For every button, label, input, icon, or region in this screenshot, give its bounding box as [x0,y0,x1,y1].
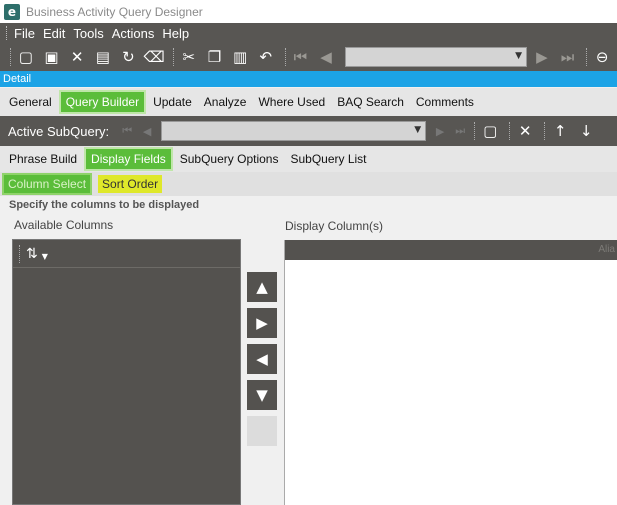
tab-query-builder[interactable]: Query Builder [58,90,147,114]
tab-subquery-list[interactable]: SubQuery List [285,149,371,169]
window-title: Business Activity Query Designer [26,4,203,19]
toolbar-separator [544,122,546,140]
toolbar-separator [474,122,476,140]
available-columns-tree[interactable]: ⇅ ▼ [12,239,241,505]
undo-icon[interactable]: ↶ [255,46,277,68]
toolbar-separator [284,48,286,66]
tab-analyze[interactable]: Analyze [199,92,252,112]
detail-header: Detail [0,71,617,87]
toolbar-separator [509,122,511,140]
tab-comments[interactable]: Comments [411,92,479,112]
grid-column-header[interactable]: Alia [285,240,617,260]
menu-file[interactable]: File [14,26,35,41]
tab-column-select[interactable]: Column Select [2,173,93,195]
toolbar-grip [19,244,20,263]
previous-record-icon[interactable]: ◀ [315,46,337,68]
sort-az-icon[interactable]: ⇅ ▼ [26,246,48,262]
display-fields-tab-strip: Column Select Sort Order [0,172,617,196]
next-record-icon[interactable]: ▶ [531,46,553,68]
refresh-icon[interactable]: ↻ [118,46,140,68]
toolbar-separator [172,48,174,66]
add-column-button[interactable]: ▶ [247,308,277,338]
toolbar-grip [10,48,11,66]
app-logo: e [4,3,20,20]
menu-tools[interactable]: Tools [73,26,103,41]
instruction-text: Specify the columns to be displayed [9,199,200,211]
tab-sort-order[interactable]: Sort Order [98,175,163,193]
main-tab-strip: General Query Builder Update Analyze Whe… [0,88,617,116]
first-record-icon[interactable]: ⏮ [290,46,312,68]
menu-grip [6,26,8,40]
active-subquery-label: Active SubQuery: [8,123,110,139]
move-to-bottom-button[interactable]: ▼ [247,380,277,410]
move-up-icon[interactable]: ↑ [549,120,571,142]
first-subquery-icon[interactable]: ⏮ [117,121,137,141]
exit-icon[interactable]: ⊖ [591,46,613,68]
chevron-down-icon: ▼ [41,252,48,261]
toolbar-separator [586,48,588,66]
tab-where-used[interactable]: Where Used [253,92,330,112]
main-toolbar: ▢ ▣ ✕ ▤ ↻ ⌫ ✂ ❐ ▥ ↶ ⏮ ◀ ▼ ▶ ⏭ ⊖ [0,43,617,71]
available-columns-label: Available Columns [14,218,114,232]
remove-column-button[interactable]: ◀ [247,344,277,374]
save-icon[interactable]: ▣ [41,46,63,68]
title-bar: e Business Activity Query Designer [0,0,617,23]
clear-broom-icon[interactable]: ⌫ [143,46,165,68]
available-columns-toolbar: ⇅ ▼ [13,240,240,268]
tab-baq-search[interactable]: BAQ Search [332,92,409,112]
delete-icon[interactable]: ✕ [66,46,88,68]
tab-update[interactable]: Update [148,92,197,112]
new-icon[interactable]: ▢ [15,46,37,68]
delete-subquery-icon[interactable]: ✕ [514,120,536,142]
new-subquery-icon[interactable]: ▢ [479,120,501,142]
active-subquery-combo[interactable]: ▼ [161,121,427,141]
copy-icon[interactable]: ❐ [204,46,226,68]
display-columns-grid[interactable]: Alia [284,240,617,505]
next-subquery-icon[interactable]: ▶ [430,121,450,141]
subquery-tab-strip: Phrase Build Display Fields SubQuery Opt… [0,146,617,172]
last-subquery-icon[interactable]: ⏭ [450,121,470,141]
record-selector-combo[interactable]: ▼ [344,47,528,67]
menu-help[interactable]: Help [162,26,189,41]
menu-actions[interactable]: Actions [112,26,155,41]
move-to-top-button[interactable]: ▲ [247,272,277,302]
disabled-action-button [247,416,277,446]
menu-edit[interactable]: Edit [43,26,65,41]
display-columns-label: Display Column(s) [285,219,384,233]
clipboard-list-icon[interactable]: ▤ [92,46,114,68]
paste-icon[interactable]: ▥ [229,46,251,68]
chevron-down-icon: ▼ [414,125,422,135]
tab-general[interactable]: General [4,92,57,112]
tab-subquery-options[interactable]: SubQuery Options [175,149,284,169]
tab-phrase-build[interactable]: Phrase Build [4,149,82,169]
move-down-icon[interactable]: ↓ [575,120,597,142]
last-record-icon[interactable]: ⏭ [557,46,579,68]
menu-bar: File Edit Tools Actions Help [0,23,617,43]
subquery-toolbar: Active SubQuery: ⏮ ◀ ▼ ▶ ⏭ ▢ ✕ ↑ ↓ [0,116,617,146]
cut-icon[interactable]: ✂ [178,46,200,68]
tab-display-fields[interactable]: Display Fields [84,147,173,171]
chevron-down-icon: ▼ [515,51,523,61]
previous-subquery-icon[interactable]: ◀ [137,121,157,141]
